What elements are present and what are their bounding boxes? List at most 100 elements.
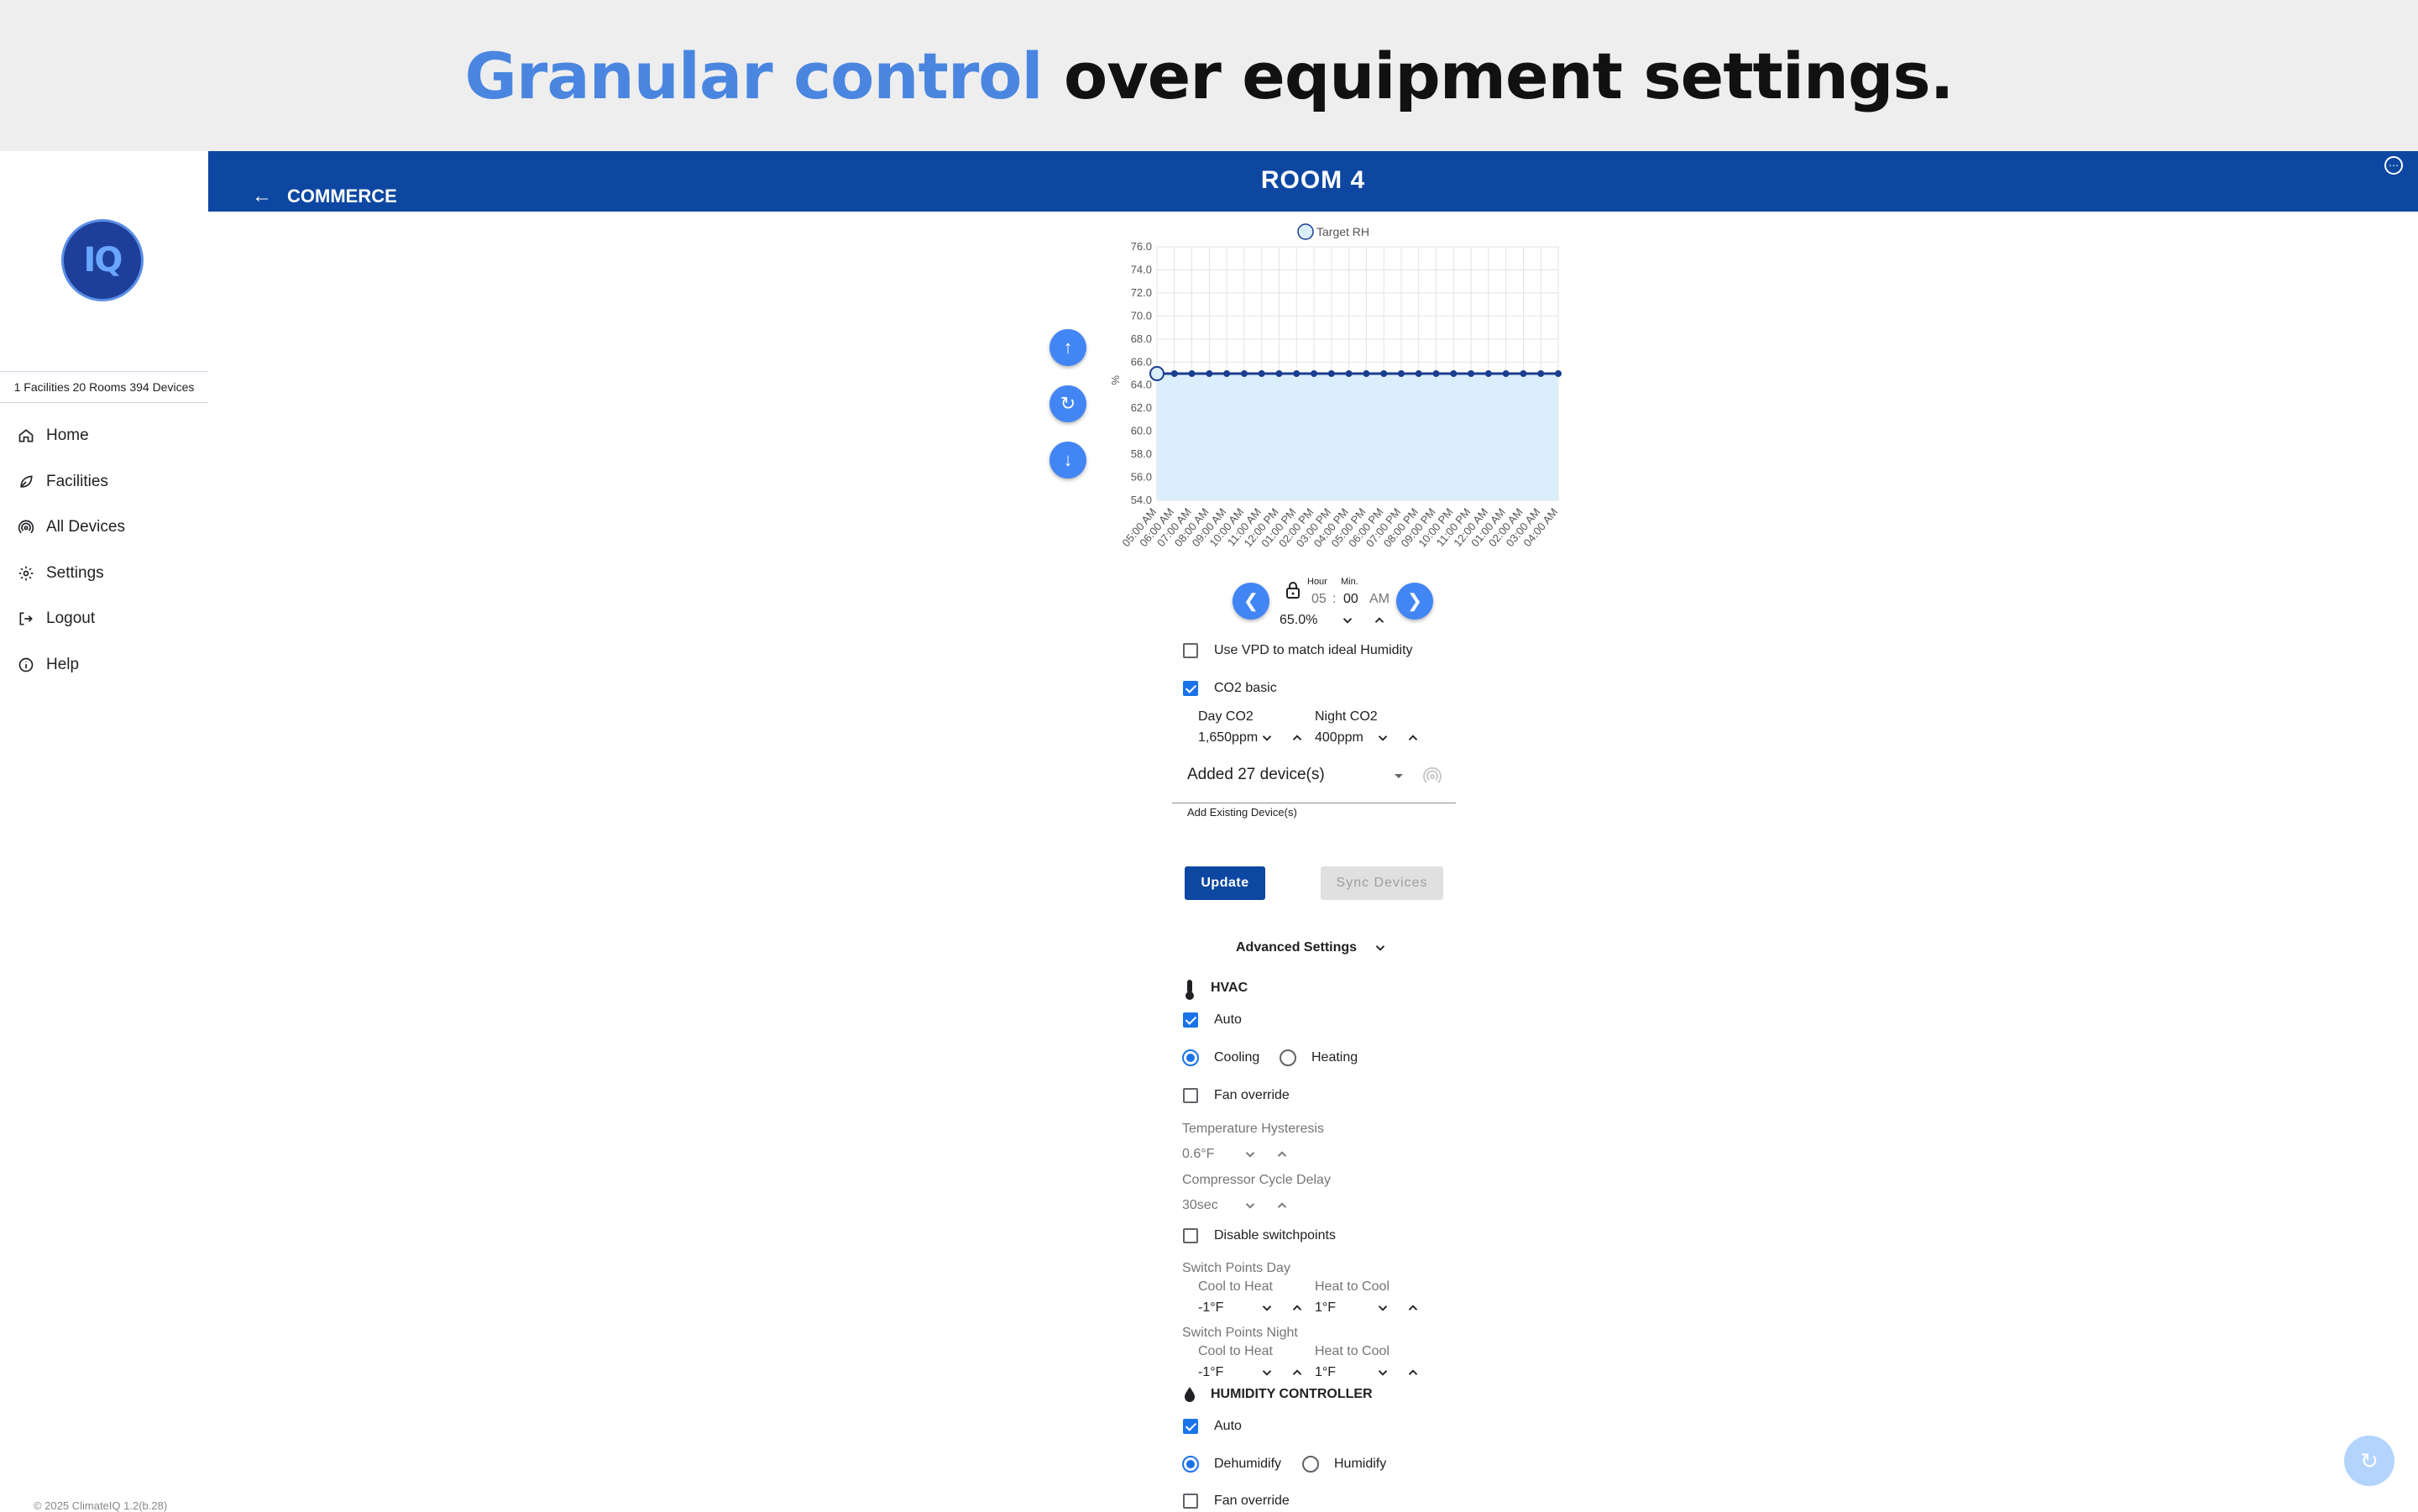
data-point[interactable] <box>1363 370 1370 377</box>
sidebar-item-facilities[interactable]: Facilities <box>17 459 125 505</box>
chevron-up-icon[interactable] <box>1405 730 1421 746</box>
data-point[interactable] <box>1468 370 1475 377</box>
data-point[interactable] <box>1327 370 1335 377</box>
series-area <box>1157 374 1558 500</box>
sidebar-item-help[interactable]: Help <box>17 642 125 688</box>
chevron-up-icon[interactable] <box>1274 1147 1290 1162</box>
data-point[interactable] <box>1188 370 1196 377</box>
switch-points-day-label: Switch Points Day <box>1182 1261 1290 1275</box>
heating-radio[interactable] <box>1280 1049 1296 1066</box>
sidebar-item-home[interactable]: Home <box>17 413 125 459</box>
hvac-fan-override-checkbox[interactable] <box>1183 1088 1198 1103</box>
chevron-down-icon[interactable] <box>1259 730 1274 746</box>
data-point[interactable] <box>1502 370 1510 377</box>
chevron-down-icon[interactable] <box>1259 1365 1274 1380</box>
day-co2-value: 1,650ppm <box>1198 730 1259 745</box>
data-point[interactable] <box>1311 370 1318 377</box>
compressor-delay-value: 30sec <box>1182 1198 1218 1212</box>
minute-field[interactable]: 00 <box>1343 592 1358 607</box>
cooling-radio[interactable] <box>1182 1049 1199 1066</box>
prev-hour-button[interactable]: ❮ <box>1233 583 1269 620</box>
disable-switchpoints-checkbox[interactable] <box>1183 1228 1198 1243</box>
data-point[interactable] <box>1240 370 1248 377</box>
data-point[interactable] <box>1415 370 1422 377</box>
legend-marker[interactable] <box>1297 223 1314 240</box>
data-point[interactable] <box>1258 370 1265 377</box>
refresh-icon: ↻ <box>1060 393 1076 414</box>
humidify-radio[interactable] <box>1302 1456 1319 1473</box>
temp-hysteresis-value: 0.6°F <box>1182 1147 1215 1161</box>
update-button[interactable]: Update <box>1185 866 1265 900</box>
sidebar-item-logout[interactable]: Logout <box>17 596 125 642</box>
humidity-auto-checkbox[interactable] <box>1183 1419 1198 1434</box>
banner-rest: over equipment settings. <box>1064 38 1954 113</box>
sidebar-item-label: All Devices <box>46 518 125 536</box>
day-heat-to-cool-label: Heat to Cool <box>1315 1279 1390 1294</box>
sidebar-item-all-devices[interactable]: All Devices <box>17 505 125 551</box>
device-select[interactable]: Added 27 device(s) <box>1172 759 1456 803</box>
chevron-down-icon[interactable] <box>1340 613 1355 628</box>
data-point[interactable] <box>1223 370 1231 377</box>
sidebar-item-settings[interactable]: Settings <box>17 551 125 597</box>
sync-devices-button[interactable]: Sync Devices <box>1321 866 1443 900</box>
shift-up-button[interactable]: ↑ <box>1049 329 1086 366</box>
data-point[interactable] <box>1380 370 1388 377</box>
shift-down-button[interactable]: ↓ <box>1049 442 1086 479</box>
chevron-up-icon[interactable] <box>1274 1198 1290 1213</box>
room-header: ← COMMERCE ROOM 4 ⋯ <box>208 151 2418 212</box>
data-point[interactable] <box>1555 370 1562 377</box>
gear-icon <box>17 564 35 583</box>
y-tick-label: 70.0 <box>1131 309 1152 322</box>
chevron-left-icon: ❮ <box>1243 590 1259 611</box>
y-tick-label: 56.0 <box>1131 471 1152 484</box>
chevron-up-icon[interactable] <box>1372 613 1387 628</box>
chevron-down-icon[interactable] <box>1375 1300 1390 1316</box>
refresh-fab[interactable]: ↻ <box>2344 1436 2394 1486</box>
chevron-up-icon[interactable] <box>1290 730 1305 746</box>
data-point[interactable] <box>1432 370 1440 377</box>
vpd-checkbox[interactable] <box>1183 643 1198 658</box>
humidity-fan-override-checkbox[interactable] <box>1183 1494 1198 1509</box>
data-point[interactable] <box>1537 370 1545 377</box>
chevron-up-icon[interactable] <box>1290 1300 1305 1316</box>
data-point[interactable] <box>1397 370 1405 377</box>
chevron-down-icon[interactable] <box>1375 730 1390 746</box>
sidebar-item-label: Home <box>46 426 89 445</box>
reset-button[interactable]: ↻ <box>1049 385 1086 422</box>
advanced-settings-toggle[interactable]: Advanced Settings <box>1236 940 1357 955</box>
co2-basic-checkbox[interactable] <box>1183 681 1198 696</box>
data-point[interactable] <box>1520 370 1527 377</box>
data-point[interactable] <box>1293 370 1301 377</box>
chevron-down-icon[interactable] <box>1375 1365 1390 1380</box>
data-point[interactable] <box>1149 366 1165 381</box>
chevron-up-icon[interactable] <box>1290 1365 1305 1380</box>
data-point[interactable] <box>1450 370 1458 377</box>
chevron-down-icon[interactable] <box>1373 940 1388 955</box>
wireless-icon[interactable] <box>1422 766 1442 786</box>
data-point[interactable] <box>1275 370 1283 377</box>
temp-hysteresis-label: Temperature Hysteresis <box>1182 1122 1324 1136</box>
data-point[interactable] <box>1206 370 1213 377</box>
data-point[interactable] <box>1484 370 1492 377</box>
chevron-down-icon[interactable] <box>1259 1300 1274 1316</box>
hour-field[interactable]: 05 <box>1311 592 1327 607</box>
page-title: ROOM 4 <box>1260 166 1366 194</box>
more-options-icon[interactable]: ⋯ <box>2384 156 2403 175</box>
hvac-auto-checkbox[interactable] <box>1183 1012 1198 1028</box>
chevron-down-icon[interactable] <box>1243 1147 1258 1162</box>
chevron-up-icon[interactable] <box>1405 1365 1421 1380</box>
ampm-field[interactable]: AM <box>1369 592 1390 607</box>
night-cool-to-heat-value: -1°F <box>1198 1365 1224 1379</box>
next-hour-button[interactable]: ❯ <box>1396 583 1433 620</box>
device-select-value: Added 27 device(s) <box>1187 766 1325 783</box>
sidebar-item-label: Logout <box>46 610 96 628</box>
lock-icon[interactable] <box>1285 581 1301 599</box>
chevron-down-icon[interactable] <box>1243 1198 1258 1213</box>
y-tick-label: 66.0 <box>1131 355 1152 368</box>
dehumidify-radio[interactable] <box>1182 1456 1199 1473</box>
data-point[interactable] <box>1345 370 1353 377</box>
data-point[interactable] <box>1170 370 1178 377</box>
version-footer: © 2025 ClimateIQ 1.2(b.28) <box>34 1499 168 1512</box>
target-rh-chart[interactable]: Target RH % 76.0 74.0 72.0 70.0 68.0 66.0 64.0… <box>1100 220 1570 573</box>
chevron-up-icon[interactable] <box>1405 1300 1421 1316</box>
